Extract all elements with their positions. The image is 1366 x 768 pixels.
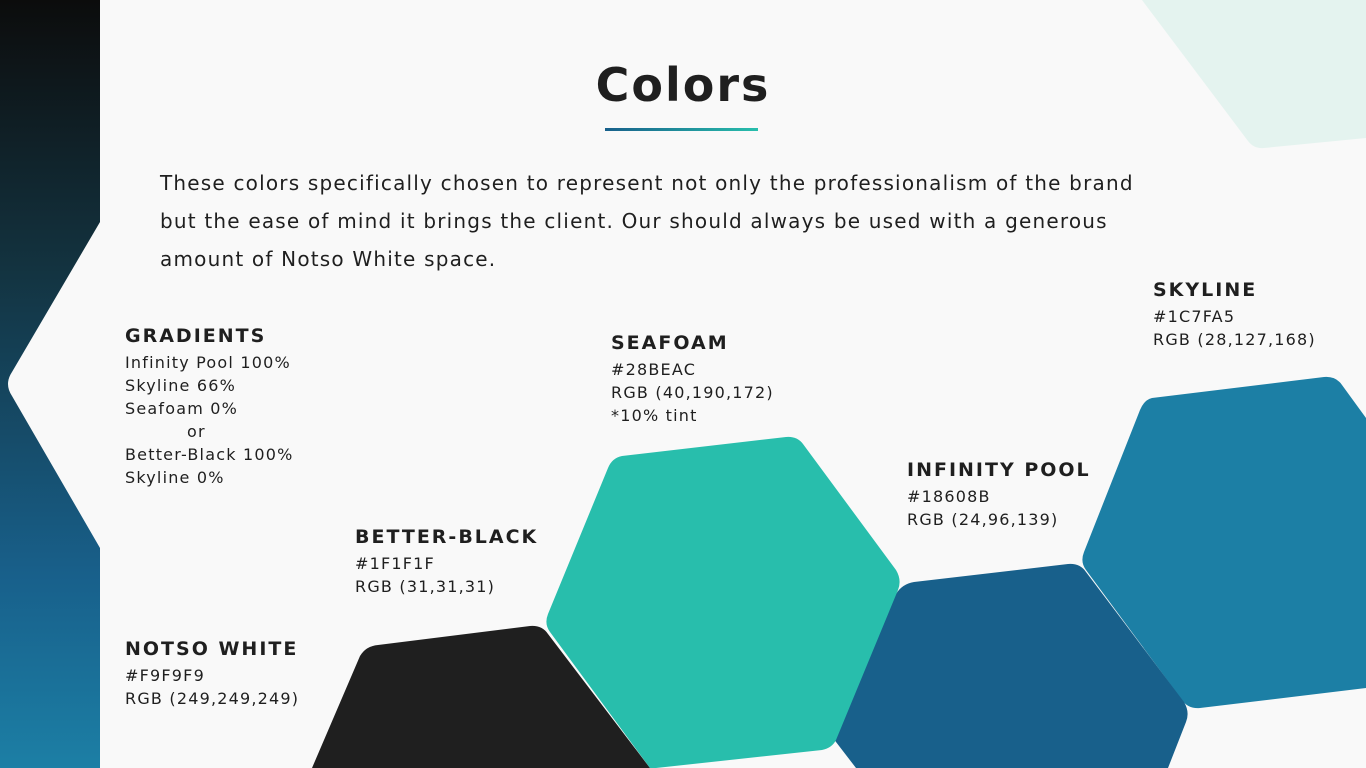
intro-paragraph: These colors specifically chosen to repr… [160,171,1134,271]
page-title: Colors [595,58,771,112]
gradient-line: Skyline 66% [125,376,237,395]
gradient-line: Better-Black 100% [125,445,294,464]
color-hex: #F9F9F9 [125,666,205,685]
color-name: INFINITY POOL [907,459,1091,481]
color-rgb: RGB (249,249,249) [125,689,300,708]
color-name: SEAFOAM [611,332,729,354]
gradient-line: Infinity Pool 100% [125,353,291,372]
seafoam-label: SEAFOAM #28BEAC RGB (40,190,172) *10% ti… [611,330,774,427]
color-tint-note: *10% tint [611,406,698,425]
gradient-or: or [187,422,206,441]
color-rgb: RGB (24,96,139) [907,510,1059,529]
skyline-label: SKYLINE #1C7FA5 RGB (28,127,168) [1153,277,1316,351]
color-rgb: RGB (40,190,172) [611,383,774,402]
color-name: BETTER-BLACK [355,526,539,548]
color-hex: #18608B [907,487,991,506]
gradients-block: GRADIENTS Infinity Pool 100% Skyline 66%… [125,323,294,489]
better-black-label: BETTER-BLACK #1F1F1F RGB (31,31,31) [355,524,538,598]
color-name: NOTSO WHITE [125,638,299,660]
infinity-pool-label: INFINITY POOL #18608B RGB (24,96,139) [907,457,1091,531]
color-name: SKYLINE [1153,279,1258,301]
title-underline [605,128,758,131]
color-rgb: RGB (31,31,31) [355,577,496,596]
color-rgb: RGB (28,127,168) [1153,330,1316,349]
notso-white-label: NOTSO WHITE #F9F9F9 RGB (249,249,249) [125,636,299,710]
color-hex: #1C7FA5 [1153,307,1236,326]
gradients-heading: GRADIENTS [125,325,267,347]
color-hex: #28BEAC [611,360,697,379]
gradient-line: Skyline 0% [125,468,225,487]
color-hex: #1F1F1F [355,554,435,573]
gradient-line: Seafoam 0% [125,399,239,418]
